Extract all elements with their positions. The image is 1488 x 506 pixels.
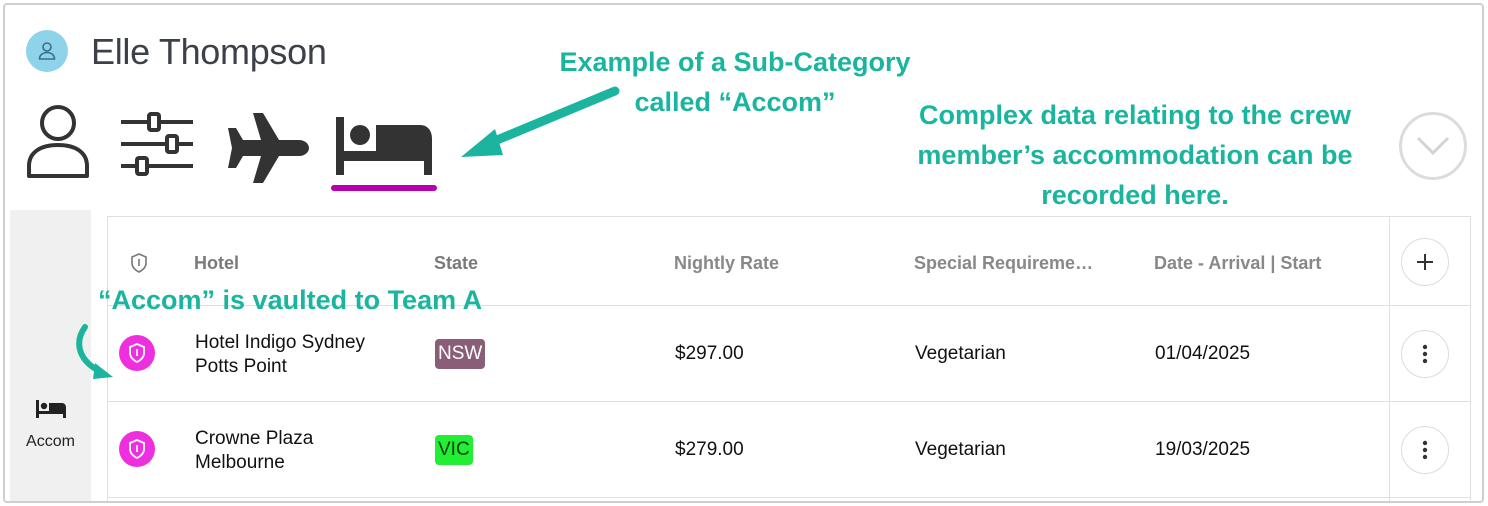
chevron-down-icon (1416, 136, 1450, 156)
vault-shield-icon (119, 335, 155, 371)
table-row[interactable]: Crowne Plaza Melbourne VIC $279.00 Veget… (108, 402, 1470, 498)
app-window: Elle Thompson Example of a Sub-Category … (3, 3, 1484, 503)
annotation-arrow-icon (461, 86, 620, 157)
active-tab-indicator (331, 185, 437, 191)
hotel-name: Hotel Indigo Sydney Potts Point (195, 332, 366, 377)
user-name: Elle Thompson (91, 31, 327, 72)
special-requirements: Vegetarian (915, 343, 1006, 364)
avatar[interactable] (26, 30, 68, 72)
tab-settings[interactable] (119, 112, 195, 176)
nightly-rate: $297.00 (675, 343, 744, 364)
sidebar-item-accom[interactable]: Accom (10, 400, 91, 451)
row-menu-button[interactable] (1401, 426, 1449, 474)
arrival-date: 01/04/2025 (1155, 343, 1251, 364)
add-row-button[interactable] (1401, 238, 1449, 286)
accom-table: Hotel State Nightly Rate Special Require… (107, 216, 1471, 501)
person-icon (27, 105, 89, 178)
person-icon (38, 42, 56, 60)
sliders-icon (121, 112, 193, 176)
column-header-special-requirements[interactable]: Special Requireme… (914, 253, 1093, 274)
airplane-icon (228, 113, 309, 183)
hotel-name: Crowne Plaza Melbourne (195, 428, 314, 473)
state-badge: VIC (435, 435, 473, 465)
column-header-state[interactable]: State (434, 253, 478, 274)
plus-icon (1417, 254, 1433, 270)
bed-icon (336, 117, 432, 175)
annotation-complex-data: Complex data relating to the crew member… (917, 100, 1353, 210)
vault-shield-icon (119, 431, 155, 467)
sidebar-item-label: Accom (26, 433, 75, 450)
nightly-rate: $279.00 (675, 439, 744, 460)
more-vertical-icon (1422, 344, 1428, 364)
shield-icon (131, 253, 147, 273)
table-row[interactable]: Hotel Indigo Sydney Potts Point NSW $297… (108, 306, 1470, 402)
tab-accom[interactable] (336, 117, 434, 175)
expand-button[interactable] (1399, 112, 1467, 180)
column-header-hotel[interactable]: Hotel (194, 253, 239, 274)
column-header-date-arrival[interactable]: Date - Arrival | Start (1154, 253, 1321, 274)
bed-icon (35, 400, 66, 418)
arrival-date: 19/03/2025 (1155, 439, 1251, 460)
column-header-nightly-rate[interactable]: Nightly Rate (674, 253, 779, 274)
row-menu-button[interactable] (1401, 330, 1449, 378)
state-badge: NSW (435, 339, 486, 369)
tab-profile[interactable] (25, 102, 91, 178)
annotation-arrow-icon (76, 324, 113, 379)
annotation-vaulted: “Accom” is vaulted to Team A (98, 285, 483, 315)
actions-column-divider (1389, 217, 1390, 501)
tab-travel[interactable] (223, 113, 309, 183)
more-vertical-icon (1422, 440, 1428, 460)
special-requirements: Vegetarian (915, 439, 1006, 460)
